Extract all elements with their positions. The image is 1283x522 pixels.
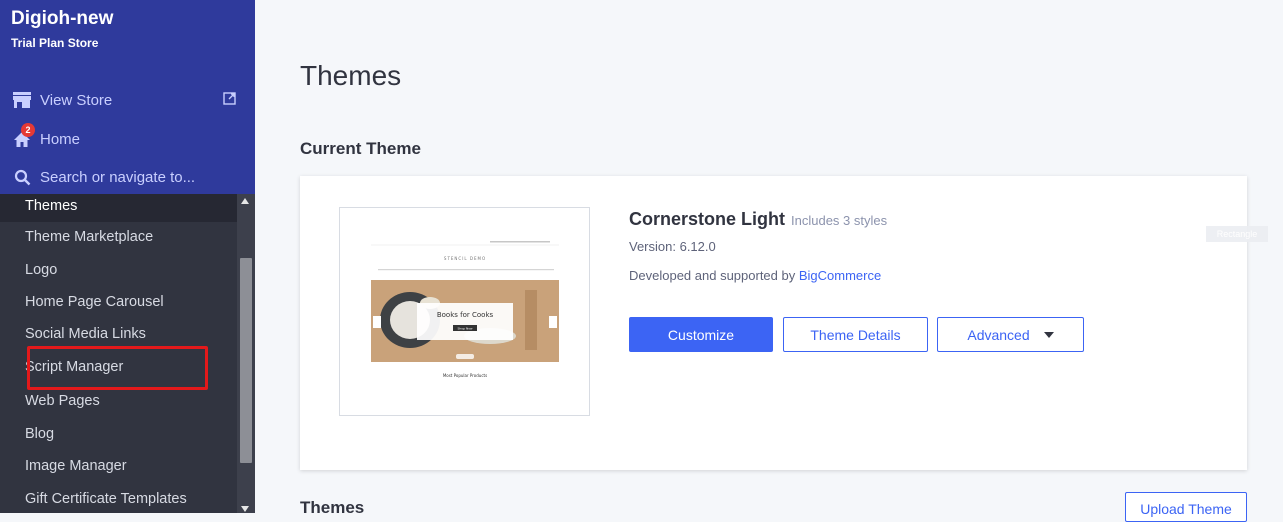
sidebar-item-themes[interactable]: Themes: [0, 194, 237, 222]
sidebar: Digioh-new Trial Plan Store View Store 2…: [0, 0, 255, 513]
thumb-hero-text: Books for Cooks: [437, 311, 494, 319]
thumb-popular: Most Popular Products: [443, 373, 487, 378]
sidebar-item-home-page-carousel[interactable]: Home Page Carousel: [0, 286, 237, 318]
advanced-dropdown-button[interactable]: Advanced: [937, 317, 1084, 352]
overlay-tag: Rectangle: [1206, 226, 1268, 242]
home-link[interactable]: 2 Home: [11, 123, 81, 148]
page-title: Themes: [300, 60, 402, 91]
theme-thumbnail[interactable]: STENCIL DEMO Books for Cooks Shop Now Mo…: [339, 207, 590, 416]
view-store-link[interactable]: View Store: [11, 91, 112, 109]
external-link-icon[interactable]: [223, 92, 236, 110]
store-icon: [11, 91, 33, 109]
highlight-box: [27, 346, 208, 390]
thumb-store-title: STENCIL DEMO: [444, 256, 486, 261]
theme-developer-line: Developed and supported by BigCommerce: [629, 268, 881, 283]
home-label: Home: [40, 130, 81, 148]
store-plan: Trial Plan Store: [11, 36, 99, 50]
theme-preview-image: STENCIL DEMO Books for Cooks Shop Now Mo…: [371, 236, 559, 388]
caret-down-icon: [1043, 331, 1054, 338]
developer-prefix: Developed and supported by: [629, 268, 799, 283]
sidebar-scroll-thumb[interactable]: [240, 258, 252, 463]
scroll-down-arrow-icon[interactable]: [241, 506, 249, 512]
home-icon: 2: [11, 123, 35, 148]
advanced-label: Advanced: [967, 326, 1030, 343]
customize-button[interactable]: Customize: [629, 317, 773, 352]
view-store-label: View Store: [40, 91, 113, 109]
sidebar-item-theme-marketplace[interactable]: Theme Marketplace: [0, 221, 237, 253]
thumb-hero-button: Shop Now: [457, 327, 473, 331]
notification-badge: 2: [21, 123, 35, 137]
sidebar-item-logo[interactable]: Logo: [0, 254, 237, 286]
theme-version: Version: 6.12.0: [629, 239, 716, 254]
sidebar-item-blog[interactable]: Blog: [0, 418, 237, 450]
themes-section-heading: Themes: [300, 498, 365, 517]
upload-theme-button[interactable]: Upload Theme: [1125, 492, 1247, 522]
theme-details-button[interactable]: Theme Details: [783, 317, 928, 352]
theme-name: Cornerstone Light: [629, 209, 785, 229]
theme-styles: Includes 3 styles: [791, 213, 888, 228]
search-icon: [11, 168, 33, 186]
store-name[interactable]: Digioh-new: [11, 8, 113, 30]
theme-name-row: Cornerstone Light Includes 3 styles: [629, 209, 887, 230]
sidebar-item-gift-certificate-templates[interactable]: Gift Certificate Templates: [0, 483, 237, 513]
scroll-up-arrow-icon[interactable]: [241, 198, 249, 204]
developer-link[interactable]: BigCommerce: [799, 268, 881, 283]
sidebar-header: Digioh-new Trial Plan Store View Store 2…: [0, 0, 255, 194]
search-navigate[interactable]: Search or navigate to...: [11, 168, 195, 186]
sidebar-item-image-manager[interactable]: Image Manager: [0, 450, 237, 482]
search-placeholder: Search or navigate to...: [40, 168, 196, 186]
current-theme-heading: Current Theme: [300, 139, 421, 158]
